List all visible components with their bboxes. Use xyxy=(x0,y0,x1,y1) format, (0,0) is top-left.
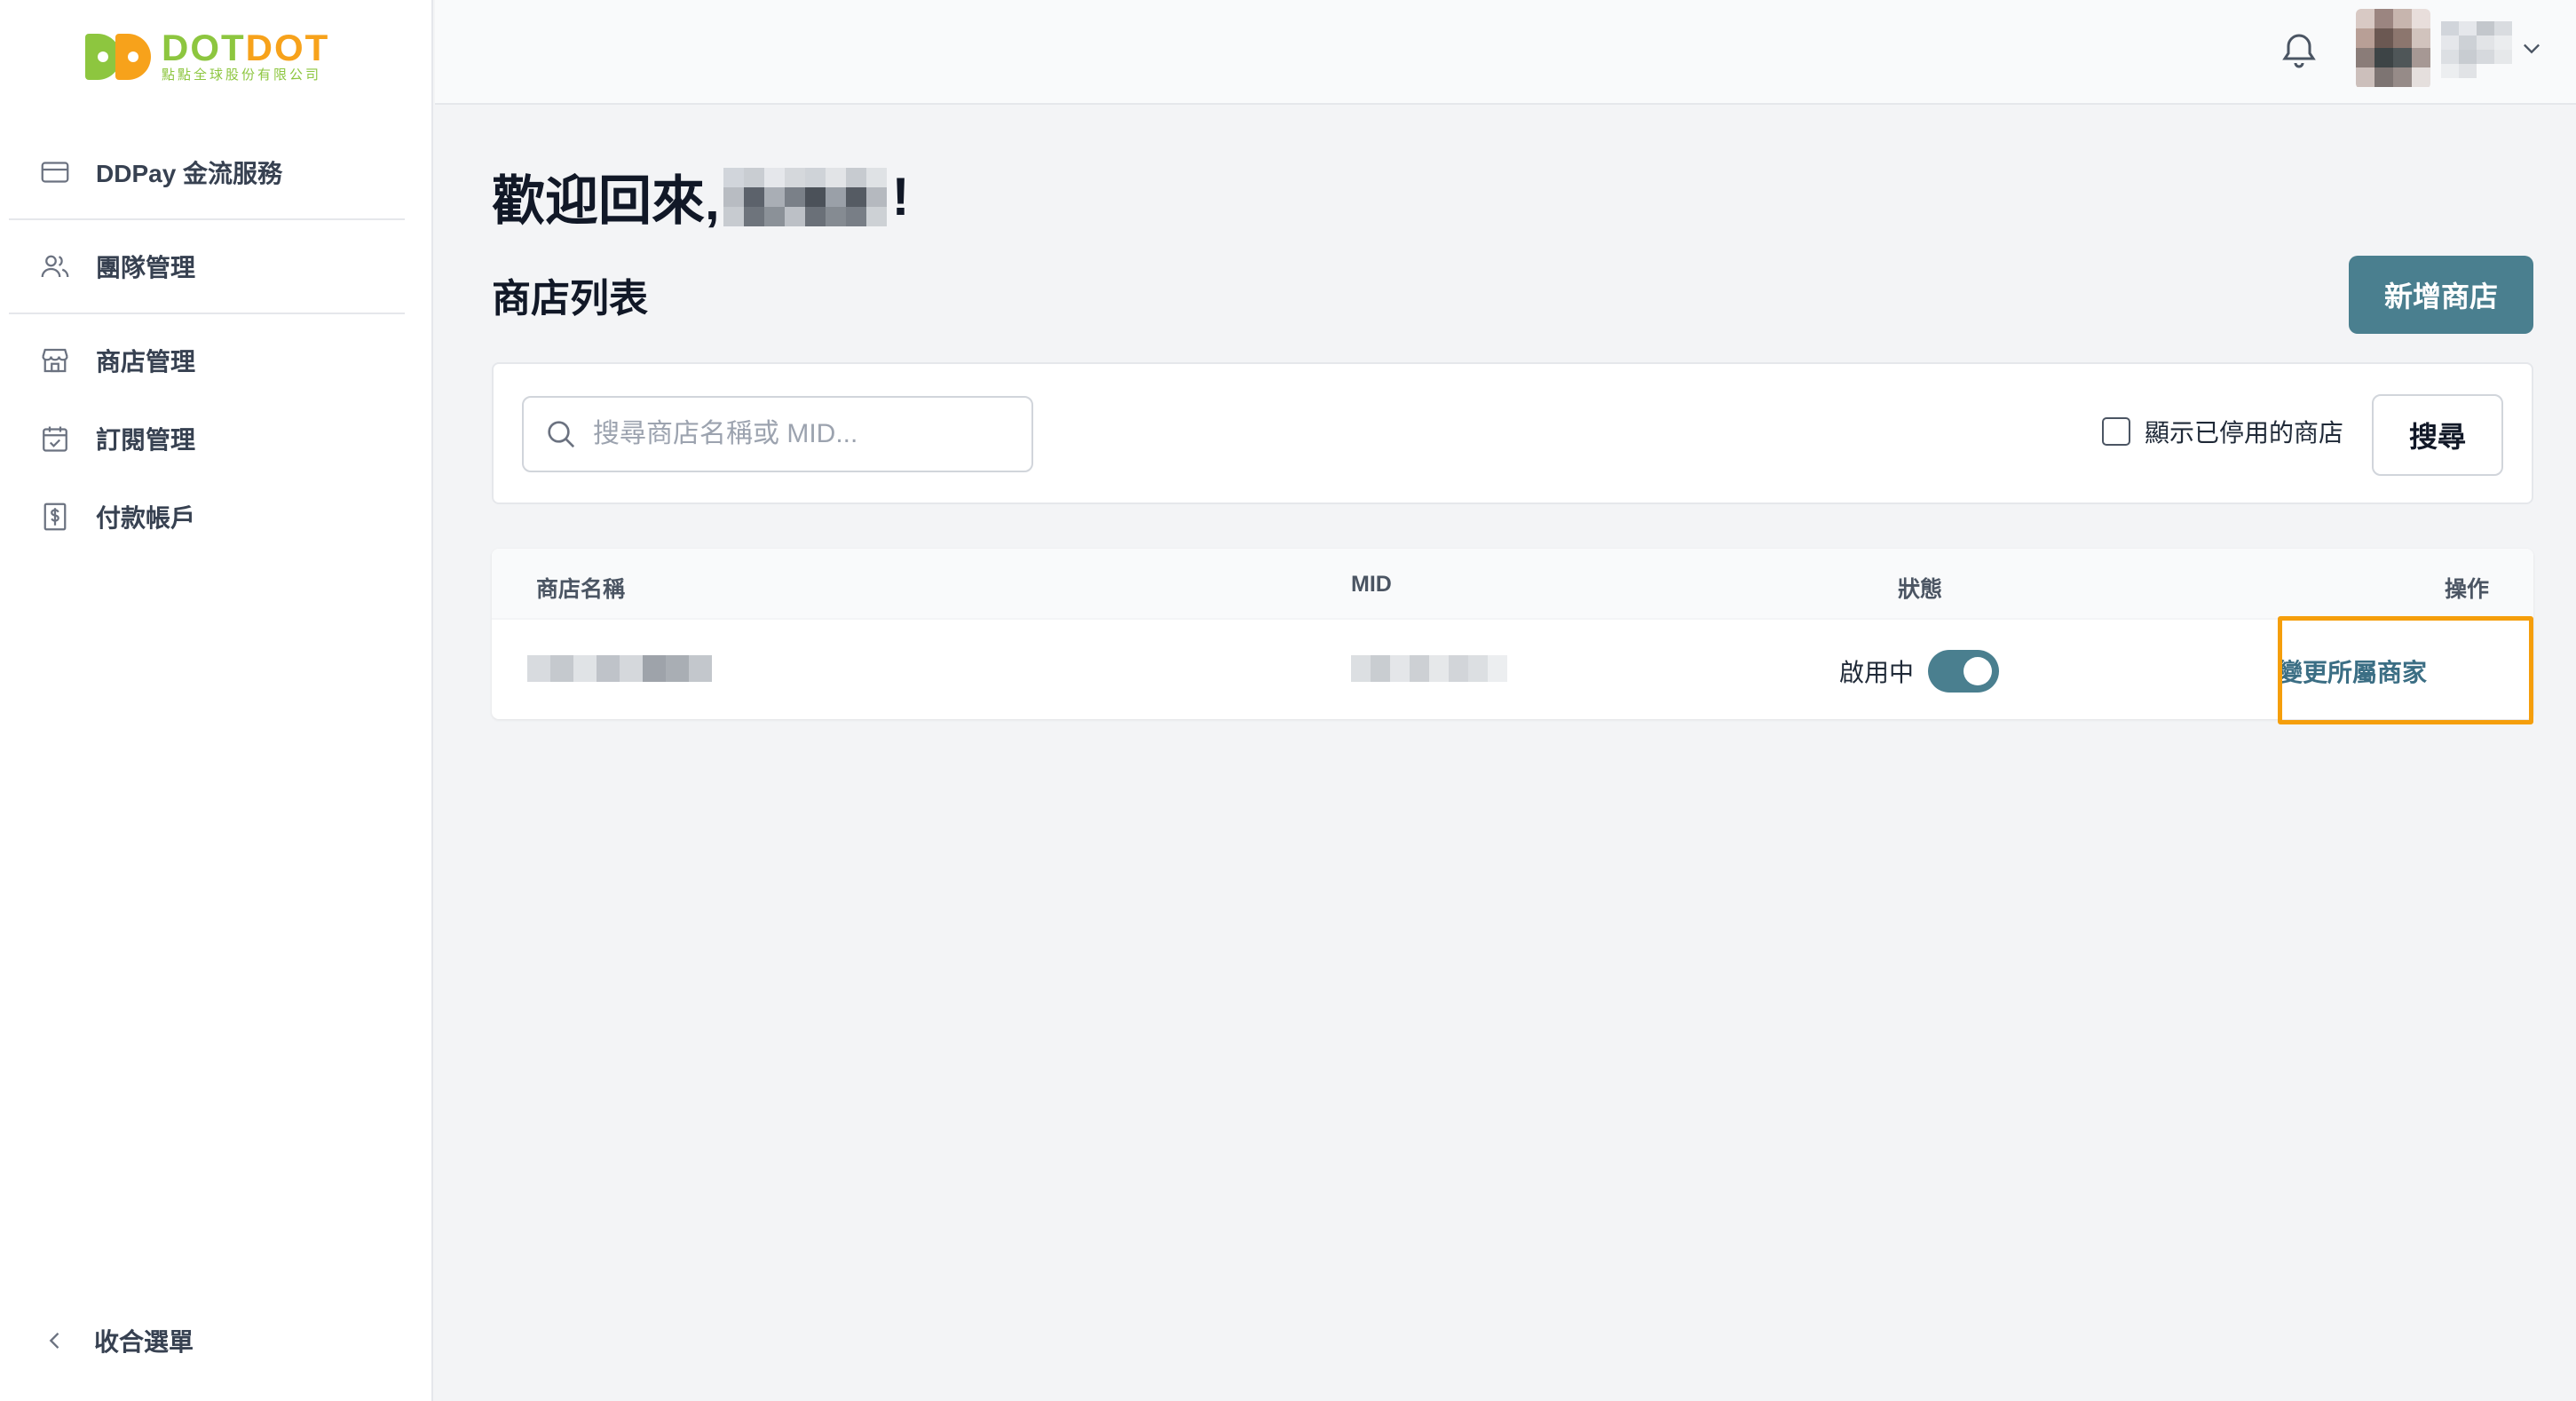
status-cell: 啟用中 xyxy=(1839,650,2000,693)
avatar[interactable] xyxy=(2356,9,2430,89)
search-button[interactable]: 搜尋 xyxy=(2372,394,2503,476)
page-title: 歡迎回來, ! xyxy=(492,158,910,235)
dotdot-logo-icon xyxy=(85,30,153,82)
section-title: 商店列表 xyxy=(492,277,648,321)
store-table: 商店名稱 MID 狀態 操作 啟用中 變更所屬商家 xyxy=(492,549,2533,719)
collapse-menu-button[interactable]: 收合選單 xyxy=(37,1323,194,1358)
column-header-mid: MID xyxy=(1351,572,1392,597)
calendar-check-icon xyxy=(37,421,73,456)
welcome-prefix: 歡迎回來, xyxy=(492,171,720,231)
table-header: 商店名稱 MID 狀態 操作 xyxy=(492,549,2533,620)
sidebar-item-label: 付款帳戶 xyxy=(96,504,196,532)
sidebar-item-ddpay[interactable]: DDPay 金流服務 xyxy=(9,133,405,211)
credit-card-icon xyxy=(37,154,73,190)
brand-name: DOTDOT xyxy=(162,27,330,68)
sidebar-nav: DDPay 金流服務 團隊管理 商店管理 訂閱管理 付款帳戶 xyxy=(9,133,405,556)
dollar-receipt-icon xyxy=(37,499,73,534)
top-bar xyxy=(435,0,2576,105)
toggle-knob xyxy=(1964,657,1993,685)
collapse-menu-label: 收合選單 xyxy=(94,1328,194,1356)
mid-redacted xyxy=(1351,655,1507,682)
chevron-down-icon[interactable] xyxy=(2519,36,2544,60)
show-disabled-checkbox[interactable] xyxy=(2102,417,2130,446)
store-name-redacted xyxy=(527,655,714,682)
divider xyxy=(9,218,405,220)
table-row: 啟用中 變更所屬商家 xyxy=(492,620,2533,719)
users-icon xyxy=(37,249,73,284)
divider xyxy=(9,313,405,314)
change-merchant-link[interactable]: 變更所屬商家 xyxy=(2278,653,2427,689)
status-label: 啟用中 xyxy=(1839,659,1915,686)
bell-icon[interactable] xyxy=(2278,28,2320,71)
sidebar-item-store[interactable]: 商店管理 xyxy=(9,321,405,400)
sidebar-item-subscription[interactable]: 訂閱管理 xyxy=(9,400,405,478)
brand-subtitle: 點點全球股份有限公司 xyxy=(162,67,322,83)
user-name-redacted xyxy=(723,167,889,226)
column-header-status: 狀態 xyxy=(1898,577,1943,602)
chevron-left-icon xyxy=(37,1323,73,1358)
column-header-actions: 操作 xyxy=(2445,577,2490,602)
status-toggle[interactable] xyxy=(1928,650,2000,693)
add-store-button[interactable]: 新增商店 xyxy=(2349,256,2533,334)
search-field[interactable] xyxy=(522,396,1033,472)
show-disabled-label: 顯示已停用的商店 xyxy=(2145,419,2344,447)
sidebar-item-label: 商店管理 xyxy=(96,348,196,376)
column-header-store-name: 商店名稱 xyxy=(536,577,626,602)
store-icon xyxy=(37,343,73,378)
sidebar: DOTDOT 點點全球股份有限公司 DDPay 金流服務 團隊管理 商店管理 訂… xyxy=(0,0,433,1401)
sidebar-item-label: 團隊管理 xyxy=(96,254,196,281)
sidebar-item-payment-account[interactable]: 付款帳戶 xyxy=(9,478,405,556)
user-name[interactable] xyxy=(2441,21,2512,78)
welcome-suffix: ! xyxy=(891,167,910,226)
sidebar-item-team[interactable]: 團隊管理 xyxy=(9,227,405,305)
sidebar-item-label: DDPay 金流服務 xyxy=(96,160,283,187)
search-panel: 顯示已停用的商店 搜尋 xyxy=(492,362,2533,504)
show-disabled-toggle[interactable]: 顯示已停用的商店 xyxy=(2102,414,2343,449)
search-input[interactable] xyxy=(593,419,1019,449)
sidebar-item-label: 訂閱管理 xyxy=(96,426,196,454)
brand-logo[interactable]: DOTDOT 點點全球股份有限公司 xyxy=(85,28,329,83)
search-icon xyxy=(543,416,579,452)
